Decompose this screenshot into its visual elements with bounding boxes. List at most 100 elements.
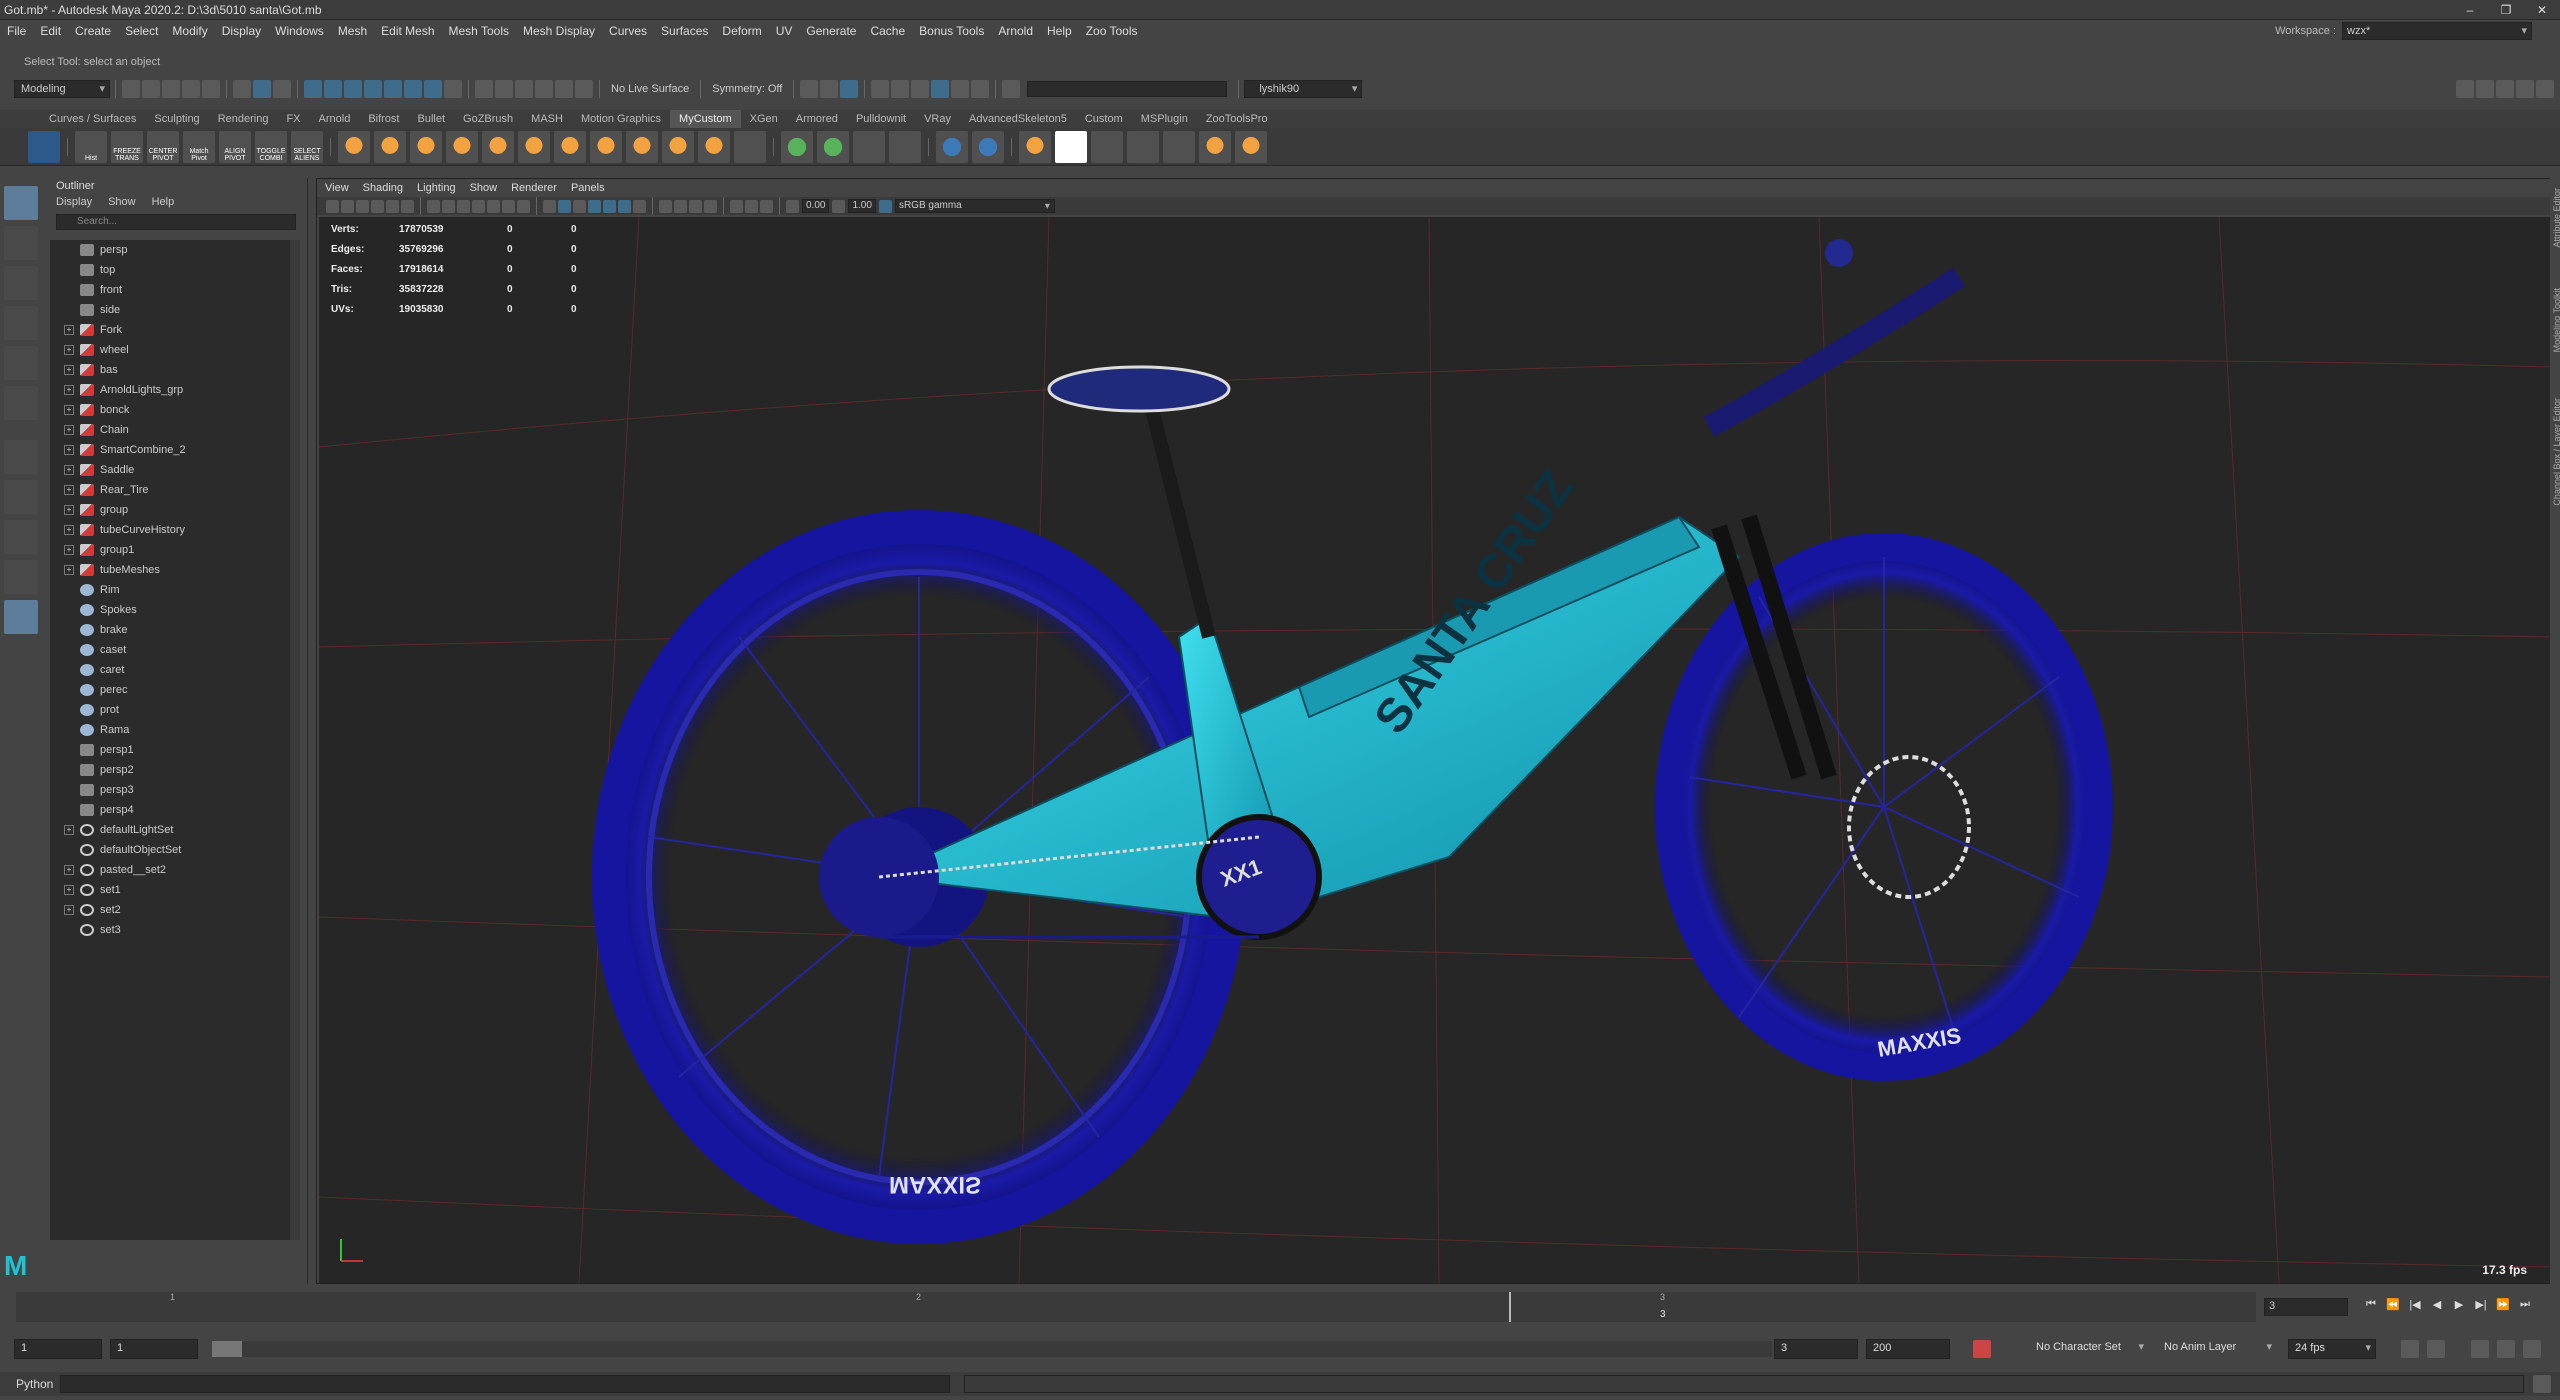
play-backwards-button[interactable]: ◀ (2426, 1298, 2448, 1311)
go-to-end-button[interactable]: ⏭ (2514, 1298, 2536, 1311)
scene-end-field[interactable]: 200 (1866, 1339, 1950, 1359)
shelf-eye-icon[interactable] (1127, 130, 1159, 163)
expand-icon[interactable]: + (64, 905, 74, 915)
shelf-tab-arnold[interactable]: Arnold (310, 110, 360, 128)
resolution-gate-icon[interactable] (457, 199, 470, 213)
modeling-toolkit-tab[interactable]: Modeling Toolkit (2552, 288, 2560, 352)
snap-live-icon[interactable] (575, 80, 593, 98)
shelf-tab-gozbrush[interactable]: GoZBrush (454, 110, 522, 128)
shelf-toggle-combi-button[interactable]: TOGGLE COMBI (255, 130, 287, 163)
shelf-curve-icon[interactable] (781, 130, 813, 163)
menu-mesh-tools[interactable]: Mesh Tools (442, 24, 516, 38)
outliner-menu-show[interactable]: Show (108, 196, 136, 208)
shelf-poly-sphere-icon[interactable] (338, 130, 370, 163)
outliner-item-set2[interactable]: + set2 (50, 900, 300, 920)
playback-start-field[interactable]: 1 (110, 1339, 198, 1359)
outliner-item-top[interactable]: top (50, 260, 300, 280)
shelf-freeze-button[interactable]: FREEZE TRANS (111, 130, 143, 163)
loop-icon[interactable] (2401, 1340, 2419, 1358)
xray-icon[interactable] (745, 199, 758, 213)
viewport-menu-lighting[interactable]: Lighting (417, 182, 456, 194)
menu-uv[interactable]: UV (769, 24, 800, 38)
menu-cache[interactable]: Cache (863, 24, 912, 38)
channel-box-icon[interactable] (2536, 80, 2554, 98)
current-frame-field[interactable]: 3 (2264, 1298, 2348, 1316)
layout-icon[interactable] (2456, 80, 2474, 98)
outliner-item-persp2[interactable]: persp2 (50, 760, 300, 780)
shelf-play-icon[interactable] (1091, 130, 1123, 163)
shelf-mirror-icon[interactable] (734, 130, 766, 163)
shelf-render-icon[interactable] (1019, 130, 1051, 163)
outliner-item-persp4[interactable]: persp4 (50, 800, 300, 820)
layout-two-icon[interactable] (4, 560, 38, 594)
expand-icon[interactable]: + (64, 545, 74, 555)
menu-modify[interactable]: Modify (165, 24, 214, 38)
shelf-tab-mycustom[interactable]: MyCustom (670, 110, 741, 128)
layout-outliner-icon[interactable] (4, 600, 38, 634)
render-view-icon[interactable] (800, 80, 819, 98)
shelf-bend-icon[interactable] (972, 130, 1004, 163)
quick-select-input[interactable] (1027, 81, 1228, 97)
open-scene-icon[interactable] (142, 80, 160, 98)
shelf-cube-wire-icon[interactable] (936, 130, 968, 163)
shelf-select-aliens-button[interactable]: SELECT ALIENS (291, 130, 323, 163)
outliner-item-caret[interactable]: caret (50, 660, 300, 680)
viewport-menu-show[interactable]: Show (470, 182, 498, 194)
wireframe-on-shaded-icon[interactable] (588, 199, 601, 213)
step-back-frame-button[interactable]: |◀ (2404, 1298, 2426, 1311)
outliner-toggle-icon[interactable] (2476, 80, 2494, 98)
outliner-item-tubemeshes[interactable]: + tubeMeshes (50, 560, 300, 580)
shelf-tab-vray[interactable]: VRay (915, 110, 960, 128)
outliner-item-rear-tire[interactable]: + Rear_Tire (50, 480, 300, 500)
camera-attr-icon[interactable] (341, 199, 354, 213)
ipr-render-icon[interactable] (840, 80, 859, 98)
outliner-menu-help[interactable]: Help (152, 196, 175, 208)
menu-windows[interactable]: Windows (268, 24, 331, 38)
expand-icon[interactable]: + (64, 365, 74, 375)
current-time-marker[interactable] (1509, 1292, 1511, 1322)
outliner-item-fork[interactable]: + Fork (50, 320, 300, 340)
shelf-tab-sculpting[interactable]: Sculpting (145, 110, 208, 128)
outliner-item-defaultobjectset[interactable]: defaultObjectSet (50, 840, 300, 860)
shadows-icon[interactable] (633, 199, 646, 213)
shelf-separate-icon[interactable] (518, 130, 550, 163)
pause-icon[interactable] (971, 80, 990, 98)
anti-alias-icon[interactable] (689, 199, 702, 213)
outliner-menu-display[interactable]: Display (56, 196, 92, 208)
outliner-item-wheel[interactable]: + wheel (50, 340, 300, 360)
outliner-item-pasted-set2[interactable]: + pasted__set2 (50, 860, 300, 880)
shelf-tab-pulldownit[interactable]: Pulldownit (847, 110, 915, 128)
safe-title-icon[interactable] (517, 199, 530, 213)
soft-select-icon[interactable] (4, 480, 38, 514)
hypershade-icon[interactable] (891, 80, 910, 98)
lock-icon[interactable] (444, 80, 462, 98)
outliner-item-bas[interactable]: + bas (50, 360, 300, 380)
outliner-scrollbar[interactable] (290, 240, 300, 1240)
render-icon[interactable] (820, 80, 839, 98)
outliner-item-group[interactable]: + group (50, 500, 300, 520)
pick-joint-icon[interactable] (324, 80, 342, 98)
menu-generate[interactable]: Generate (799, 24, 863, 38)
bookmark-icon[interactable] (356, 199, 369, 213)
range-slider[interactable] (212, 1341, 1772, 1357)
menu-bonus-tools[interactable]: Bonus Tools (912, 24, 991, 38)
symmetry-dropdown[interactable]: Symmetry: Off (706, 83, 788, 95)
new-scene-icon[interactable] (122, 80, 140, 98)
field-chart-icon[interactable] (487, 199, 500, 213)
select-component-icon[interactable] (273, 80, 291, 98)
outliner-item-persp3[interactable]: persp3 (50, 780, 300, 800)
motion-blur-icon[interactable] (674, 199, 687, 213)
xray-joints-icon[interactable] (760, 199, 773, 213)
shelf-tab-xgen[interactable]: XGen (741, 110, 787, 128)
shelf-tab-curves-surfaces[interactable]: Curves / Surfaces (40, 110, 145, 128)
isolate-select-icon[interactable] (730, 199, 743, 213)
scale-tool-icon[interactable] (4, 386, 38, 420)
outliner-item-front[interactable]: front (50, 280, 300, 300)
snap-view-icon[interactable] (535, 80, 553, 98)
outliner-item-set3[interactable]: set3 (50, 920, 300, 940)
outliner-item-spokes[interactable]: Spokes (50, 600, 300, 620)
exposure-field[interactable]: 0.00 (802, 199, 830, 213)
tool-settings-icon[interactable] (2516, 80, 2534, 98)
expand-icon[interactable]: + (64, 885, 74, 895)
pick-surface-icon[interactable] (364, 80, 382, 98)
